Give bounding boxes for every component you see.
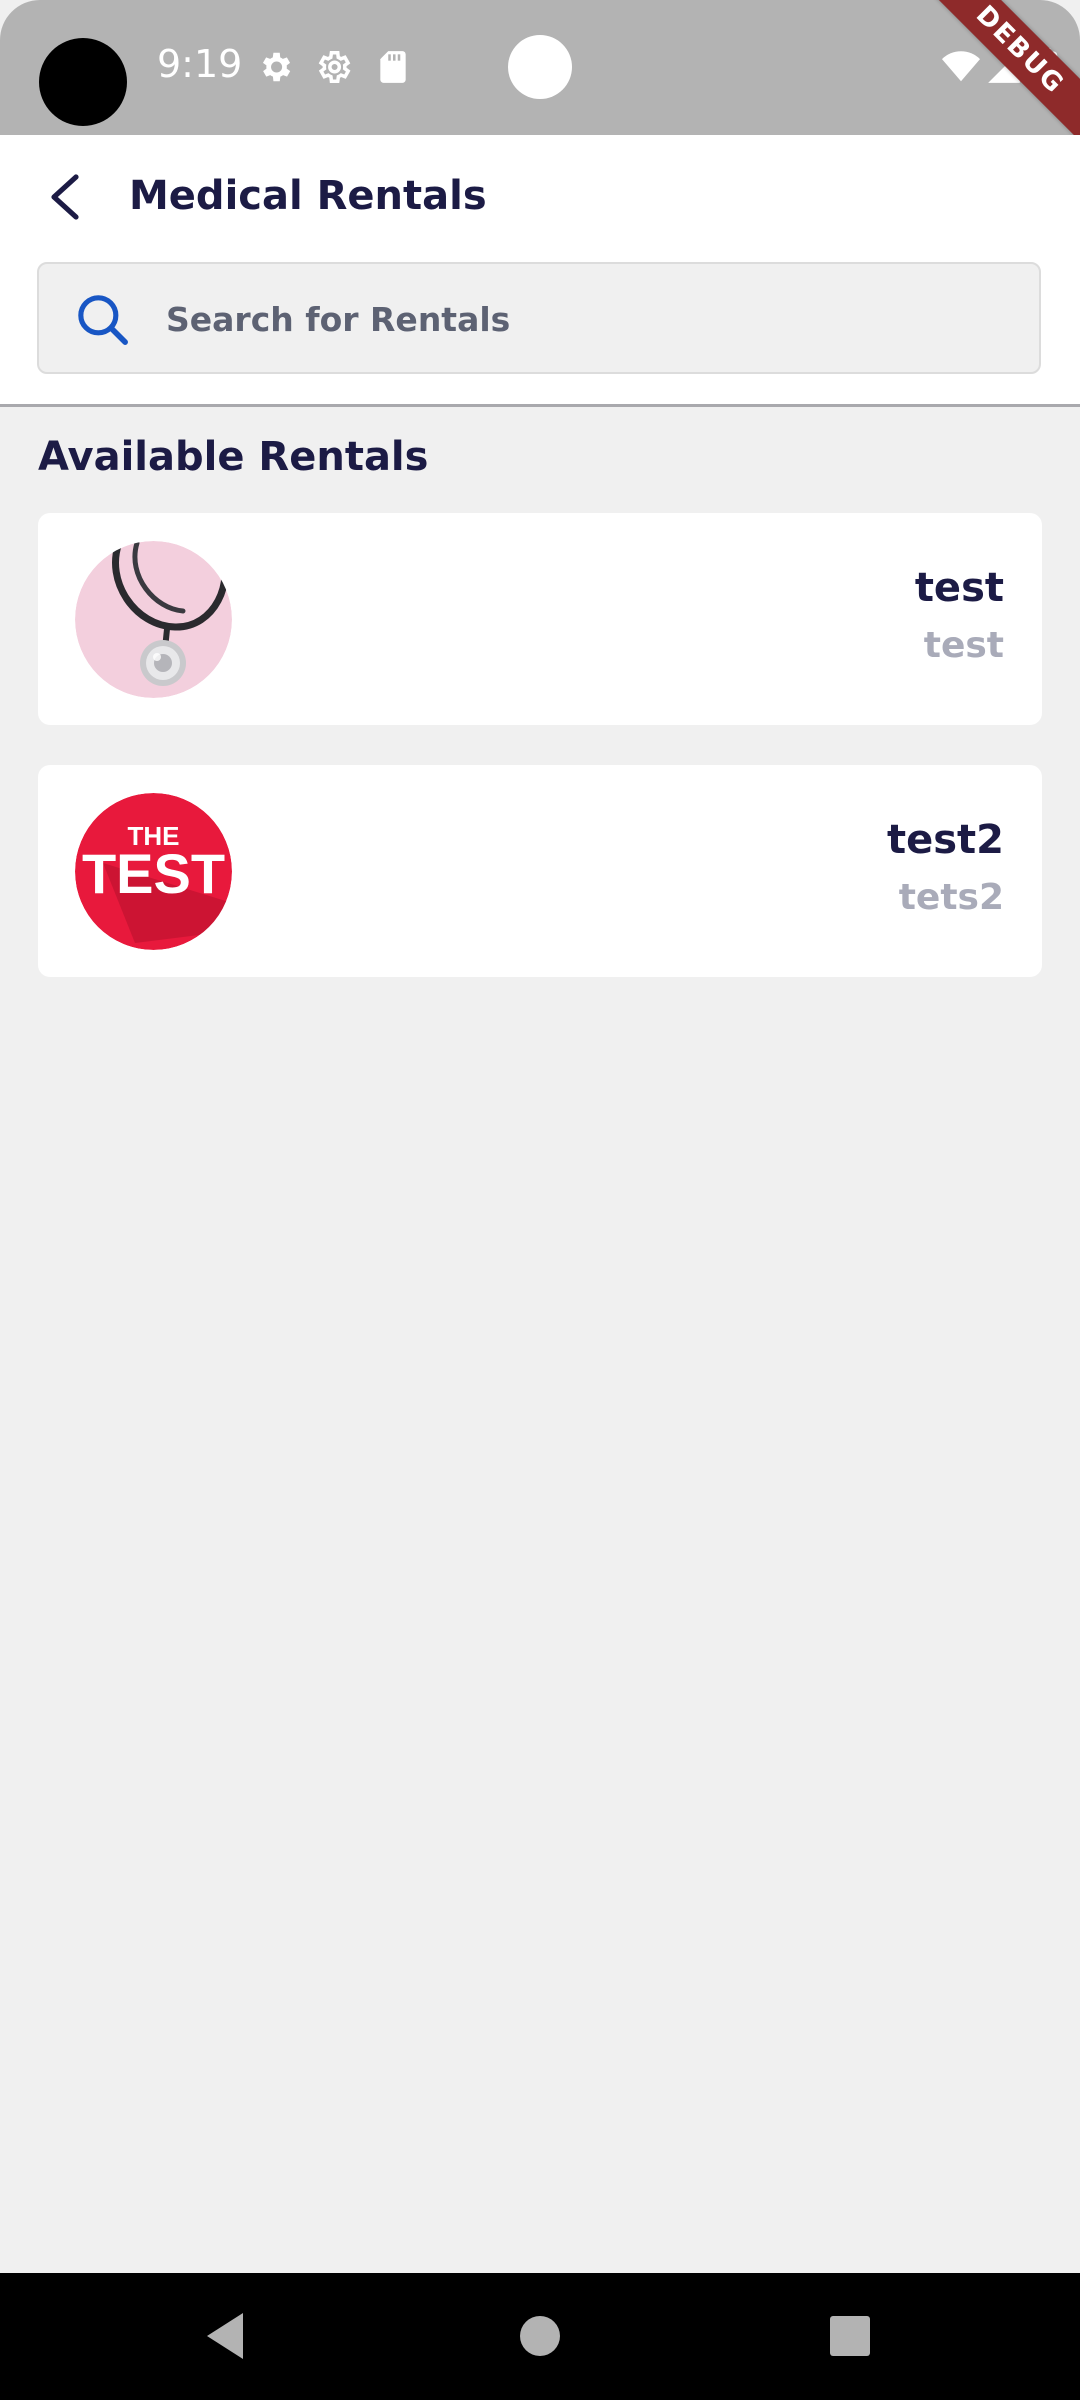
logo-line-2: TEST [82,842,225,905]
search-input[interactable] [164,264,1018,374]
stethoscope-image [75,541,232,698]
page-title: Medical Rentals [129,173,487,219]
front-sensor-dot [508,35,572,99]
wifi-icon [942,51,980,82]
settings-outline-icon [318,51,351,83]
section-title: Available Rentals [38,434,429,480]
camera-cutout [39,38,127,126]
nav-home-icon [520,2316,560,2356]
status-bar: 9:19 DEBUG [0,0,1080,135]
back-arrow-icon [51,174,79,220]
nav-back-icon [207,2313,243,2359]
rental-name: test [914,565,1004,611]
system-nav-bar [0,2273,1080,2400]
the-test-logo: THE TEST [75,793,232,950]
app-bar: Medical Rentals [0,135,1080,407]
settings-icon [262,52,291,82]
rental-description: tets2 [898,877,1004,918]
rental-description: test [923,625,1004,666]
nav-recents-button[interactable] [815,2301,885,2371]
back-button[interactable] [34,165,98,229]
rental-card-test2[interactable]: THE TEST test2 tets2 [38,765,1042,977]
search-icon [78,295,128,345]
nav-recents-icon [830,2316,870,2356]
rental-name: test2 [886,817,1004,863]
search-bar[interactable] [37,262,1041,374]
status-time: 9:19 [157,42,243,86]
nav-home-button[interactable] [505,2301,575,2371]
screen: 9:19 DEBUG Medical Rentals Search for Re… [0,0,1080,2400]
rental-card-test[interactable]: test test [38,513,1042,725]
nav-back-button[interactable] [191,2301,261,2371]
sd-card-icon [380,51,406,83]
